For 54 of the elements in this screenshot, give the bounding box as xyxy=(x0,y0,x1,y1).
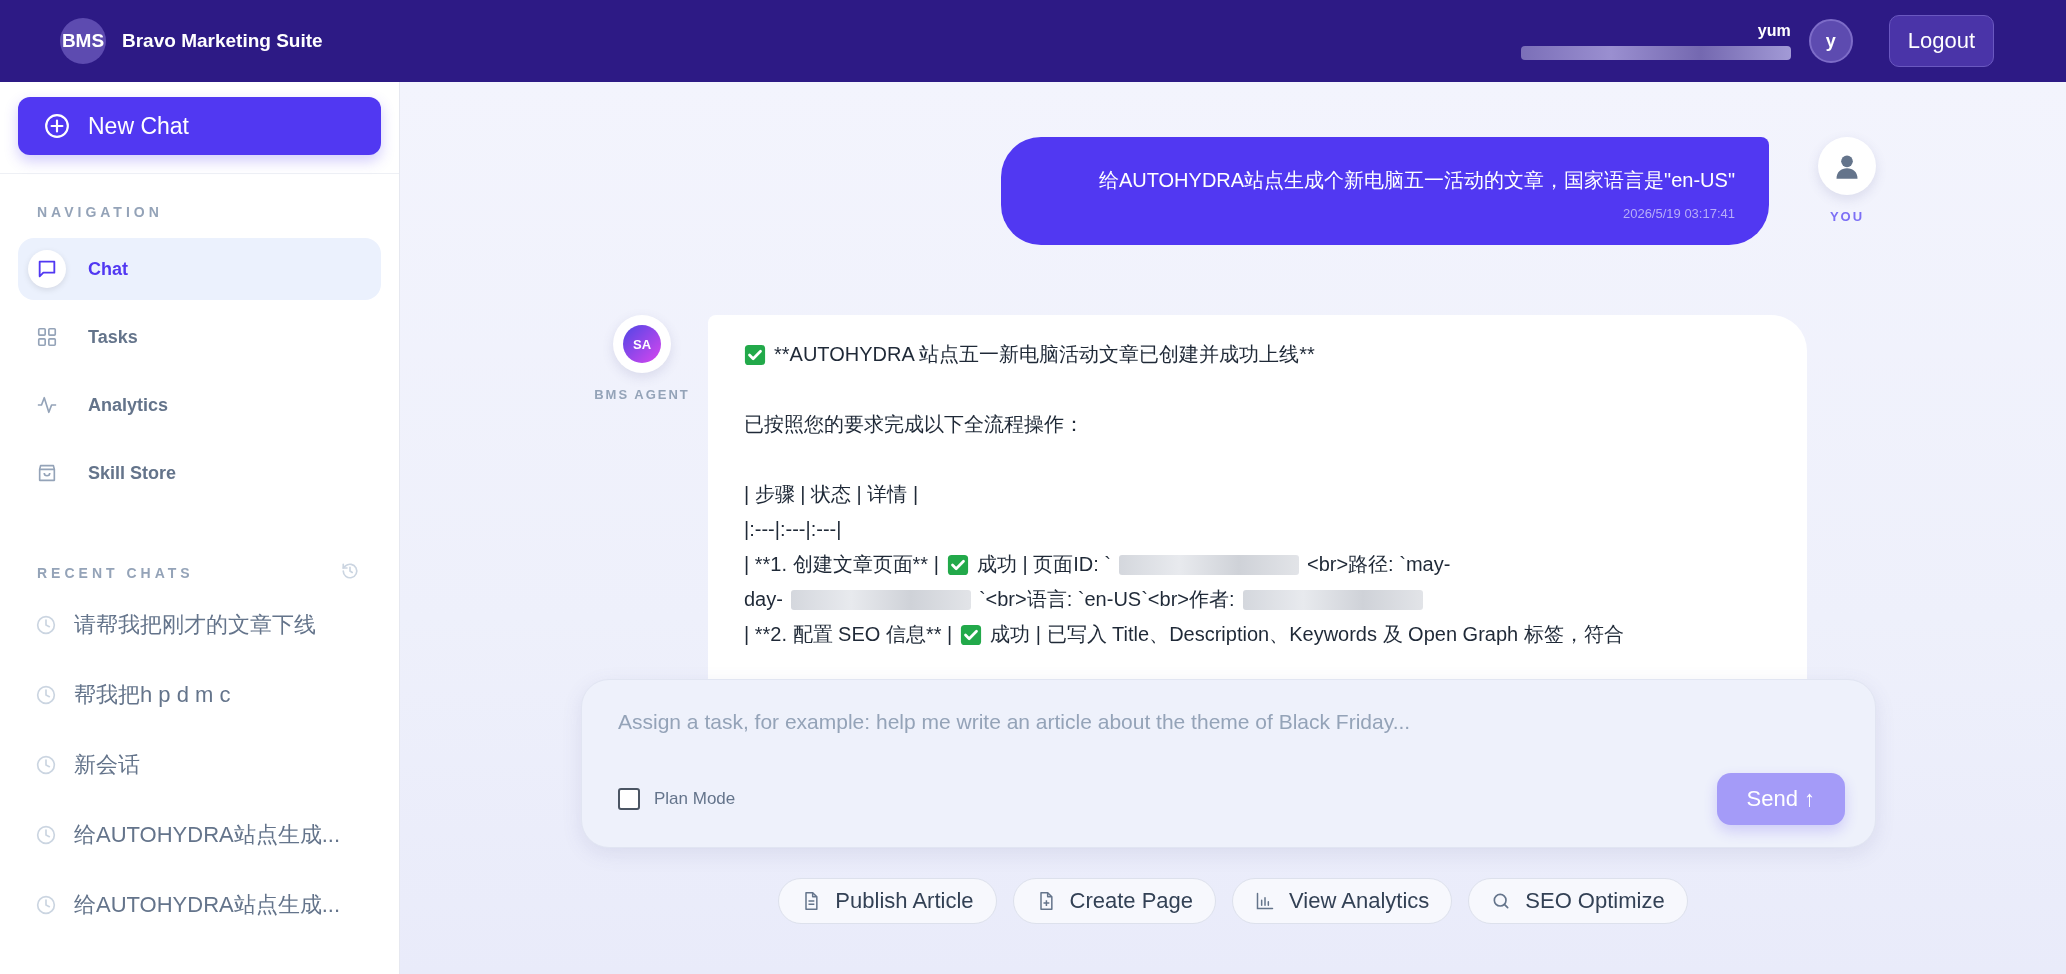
nav-item[interactable]: Skill Store xyxy=(18,442,381,504)
clock-icon xyxy=(36,825,56,845)
app-title: Bravo Marketing Suite xyxy=(122,30,323,52)
recent-chat-item[interactable]: 新会话 xyxy=(36,750,363,780)
message-text: **AUTOHYDRA 站点五一新电脑活动文章已创建并成功上线** xyxy=(774,342,1315,367)
plan-mode-checkbox[interactable] xyxy=(618,788,640,810)
avatar-initials: SA xyxy=(623,325,661,363)
message-text: 成功 | 页面ID: ` xyxy=(976,552,1111,577)
quick-action-button[interactable]: Create Page xyxy=(1012,878,1217,924)
logout-button[interactable]: Logout xyxy=(1888,15,1994,67)
message-text: 成功 | 已写入 Title、Description、Keywords 及 Open Graph 标签，符合 xyxy=(990,622,1624,647)
task-input-field[interactable]: Assign a task, for example: help me write an article about the theme of Black Friday... xyxy=(618,710,1845,734)
message-text: 已按照您的要求完成以下全流程操作： xyxy=(744,412,1084,437)
message-text: <br>路径: `may- xyxy=(1306,552,1451,577)
message-text: | **1. 创建文章页面** | xyxy=(744,552,939,577)
message-text: day- xyxy=(744,588,783,611)
author-label: BMS AGENT xyxy=(594,387,690,402)
message-text: | **2. 配置 SEO 信息** | xyxy=(744,622,953,647)
clock-icon xyxy=(36,615,56,635)
check-mark-icon xyxy=(744,343,766,366)
chat-icon xyxy=(36,258,58,280)
message-time: 2026/5/19 03:17:41 xyxy=(1622,206,1735,221)
check-mark-icon xyxy=(960,623,983,646)
check-mark-icon xyxy=(946,553,969,576)
recent-chat-item[interactable]: 给AUTOHYDRA站点生成... xyxy=(36,890,363,920)
section-heading: RECENT CHATS xyxy=(36,565,195,581)
grid-icon xyxy=(36,326,58,348)
user-avatar: y xyxy=(1808,19,1853,63)
new-chat-button[interactable]: New Chat xyxy=(18,97,381,155)
bar-chart-icon xyxy=(1255,891,1276,911)
nav-item[interactable]: Tasks xyxy=(18,306,381,368)
logo: BMS xyxy=(60,18,106,64)
plus-circle-icon xyxy=(44,113,70,139)
bag-icon xyxy=(36,462,58,484)
quick-action-button[interactable]: View Analytics xyxy=(1232,878,1453,924)
nav-item[interactable]: Analytics xyxy=(18,374,381,436)
recent-chat-item[interactable]: 帮我把h p d m c xyxy=(36,680,363,710)
message-text: 给AUTOHYDRA站点生成个新电脑五一活动的文章，国家语言是"en-US" xyxy=(1098,168,1735,193)
author-label: YOU xyxy=(1829,209,1865,224)
checkbox-label: Plan Mode xyxy=(654,789,736,809)
recent-chat-item[interactable]: 给AUTOHYDRA站点生成... xyxy=(36,820,363,850)
recent-chat-item[interactable]: 请帮我把刚才的文章下线 xyxy=(36,610,363,640)
clock-icon xyxy=(36,755,56,775)
message-text: |:---|:---|:---| xyxy=(744,518,842,541)
user-name: yum xyxy=(1757,22,1791,40)
clock-icon xyxy=(36,895,56,915)
pulse-icon xyxy=(36,394,58,416)
quick-action-button[interactable]: SEO Optimize xyxy=(1468,878,1688,924)
clock-icon xyxy=(36,685,56,705)
message-text: `<br>语言: `en-US`<br>作者: xyxy=(978,587,1235,612)
quick-action-button[interactable]: Publish Article xyxy=(778,878,997,924)
section-heading: NAVIGATION xyxy=(36,204,164,220)
nav-item[interactable]: Chat xyxy=(18,238,381,300)
message-text: | 步骤 | 状态 | 详情 | xyxy=(744,482,919,507)
